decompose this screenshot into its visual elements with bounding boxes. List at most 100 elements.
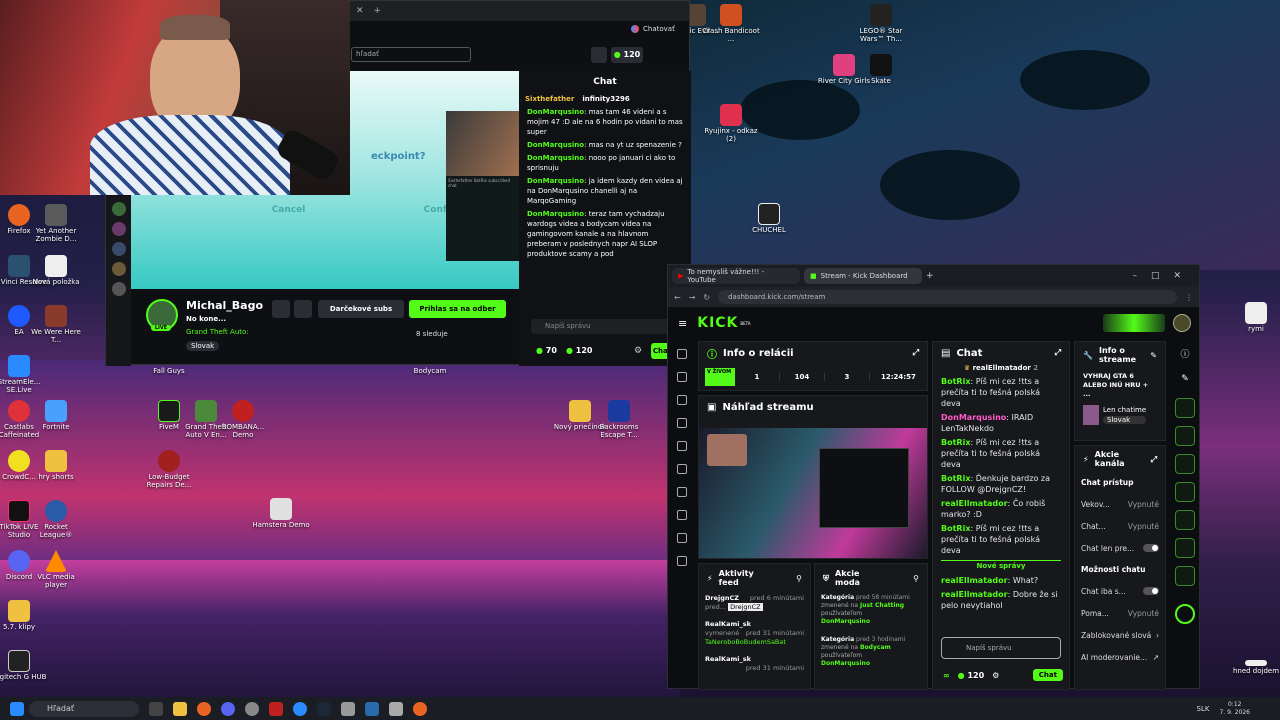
desktop-icon[interactable]: hry shorts xyxy=(27,450,85,482)
channel-avatar[interactable] xyxy=(111,222,126,236)
community-icon[interactable] xyxy=(677,441,687,451)
back-icon[interactable]: ← xyxy=(674,293,681,302)
start-icon[interactable] xyxy=(10,701,24,716)
search-input[interactable]: hľadať xyxy=(351,47,471,62)
points-display[interactable]: ● 70 xyxy=(536,346,557,355)
app-icon[interactable] xyxy=(341,701,355,716)
firefox-icon[interactable] xyxy=(413,701,427,716)
edge-icon[interactable] xyxy=(293,701,307,716)
expand-icon[interactable]: ⤢ xyxy=(913,348,919,358)
desktop-icon[interactable]: We Were Here T... xyxy=(27,305,85,344)
kick-logo[interactable]: KICK xyxy=(697,315,738,331)
app-icon[interactable] xyxy=(365,701,379,716)
filter-icon[interactable]: ⚲ xyxy=(913,574,919,583)
wallet-icon[interactable] xyxy=(677,464,687,474)
gift-subs-button[interactable]: Darčekové subs xyxy=(318,300,404,318)
desktop-icon[interactable]: hned dojdem xyxy=(1227,660,1280,676)
tab-kick-dashboard[interactable]: ■ Stream - Kick Dashboard xyxy=(804,268,922,284)
steam-icon[interactable] xyxy=(317,701,331,716)
desktop-icon[interactable]: Skate xyxy=(852,54,910,86)
app-icon[interactable] xyxy=(245,701,259,716)
home-icon[interactable] xyxy=(677,349,687,359)
edit-icon[interactable]: ✎ xyxy=(1150,351,1157,360)
channel-avatar[interactable] xyxy=(111,202,126,216)
close-icon[interactable]: ✕ xyxy=(356,6,364,16)
layout-button[interactable] xyxy=(591,47,607,63)
quick-action-button[interactable] xyxy=(1175,566,1195,586)
info-icon[interactable]: ⓘ xyxy=(1170,347,1200,360)
toggle-switch[interactable] xyxy=(1143,587,1159,595)
new-tab-icon[interactable]: + xyxy=(374,6,382,16)
clock[interactable]: 0:12 7. 9. 2026 xyxy=(1219,701,1250,717)
gear-icon[interactable]: ⚙ xyxy=(634,346,642,356)
dashboard-chat-input[interactable]: Napíš správu xyxy=(941,637,1061,659)
explorer-icon[interactable] xyxy=(173,701,187,716)
quick-action-button[interactable] xyxy=(1175,398,1195,418)
desktop-icon[interactable]: VLC media player xyxy=(27,550,85,589)
desktop-icon[interactable]: Yet Another Zombie D... xyxy=(27,204,85,243)
task-view-icon[interactable] xyxy=(149,701,163,716)
users-icon[interactable] xyxy=(677,533,687,543)
desktop-icon[interactable]: 5.7. klipy xyxy=(0,600,48,632)
new-tab-icon[interactable]: + xyxy=(926,271,934,281)
url-input[interactable]: dashboard.kick.com/stream xyxy=(718,290,1177,304)
reload-icon[interactable]: ↻ xyxy=(703,293,710,302)
firefox-icon[interactable] xyxy=(197,701,211,716)
setting-row[interactable]: Chat len pre... xyxy=(1075,537,1165,559)
menu-icon[interactable]: ≡ xyxy=(678,317,687,330)
desktop-icon[interactable]: BOMBANA... Demo xyxy=(214,400,272,439)
desktop-icon[interactable]: Low-Budget Repairs De... xyxy=(140,450,198,489)
expand-icon[interactable]: ⤢ xyxy=(1055,348,1061,358)
tab-chat[interactable]: Chatovať xyxy=(631,25,675,33)
analytics-icon[interactable] xyxy=(677,487,687,497)
heart-button[interactable] xyxy=(294,300,312,318)
stream-game[interactable]: Grand Theft Auto: xyxy=(186,328,249,336)
cancel-button[interactable]: Cancel xyxy=(211,199,366,221)
setting-row[interactable]: Chat iba s... xyxy=(1075,580,1165,602)
quick-action-button[interactable] xyxy=(1175,510,1195,530)
desktop-icon[interactable]: Nová položka xyxy=(27,255,85,287)
desktop-icon[interactable]: Fortnite xyxy=(27,400,85,432)
app-icon[interactable] xyxy=(269,701,283,716)
shop-icon[interactable] xyxy=(677,556,687,566)
stream-tag[interactable]: Slovak xyxy=(186,341,220,351)
tab-youtube[interactable]: ▶ To nemyslíš vážne!!! - YouTube xyxy=(672,268,800,284)
support-icon[interactable] xyxy=(1175,604,1195,624)
filter-icon[interactable]: ⚲ xyxy=(796,574,802,583)
discord-icon[interactable] xyxy=(221,701,235,716)
quick-action-button[interactable] xyxy=(1175,426,1195,446)
tools-icon[interactable] xyxy=(677,510,687,520)
desktop-icon[interactable]: Backrooms Escape T... xyxy=(590,400,648,439)
desktop-icon[interactable]: Rocket League® xyxy=(27,500,85,539)
setting-row[interactable]: Vekov... Vypnuté xyxy=(1075,493,1165,515)
desktop-icon[interactable]: Bodycam xyxy=(401,367,459,376)
edit-icon[interactable]: ✎ xyxy=(1170,374,1200,384)
user-avatar[interactable] xyxy=(1173,314,1191,332)
desktop-icon[interactable]: Crash Bandicoot ... xyxy=(702,4,760,43)
expand-icon[interactable]: ⤢ xyxy=(1151,455,1157,464)
desktop-icon[interactable]: Hamstera Demo xyxy=(252,498,310,530)
calendar-icon[interactable] xyxy=(677,395,687,405)
forward-icon[interactable]: → xyxy=(689,293,696,302)
app-icon[interactable] xyxy=(389,701,403,716)
gear-icon[interactable]: ⚙ xyxy=(992,671,999,680)
desktop-icon[interactable]: Logitech G HUB xyxy=(0,650,48,682)
quick-action-button[interactable] xyxy=(1175,482,1195,502)
subscribe-button[interactable]: Prihlas sa na odber xyxy=(409,300,506,318)
chat-send-button[interactable]: Chat xyxy=(1032,669,1063,681)
toggle-switch[interactable] xyxy=(1143,544,1159,552)
content-icon[interactable] xyxy=(677,418,687,428)
extensions-icon[interactable]: ⋮ xyxy=(1185,293,1193,302)
desktop-icon[interactable]: Fall Guys xyxy=(140,367,198,376)
streamer-name[interactable]: Michal_Bago xyxy=(186,299,263,312)
language-indicator[interactable]: SLK xyxy=(1197,705,1210,713)
channel-avatar[interactable] xyxy=(111,242,126,256)
desktop-icon[interactable]: StreamEle... SE.Live xyxy=(0,355,48,394)
setting-row[interactable]: Chat... Vypnuté xyxy=(1075,515,1165,537)
desktop-icon[interactable]: Ryujinx - odkaz (2) xyxy=(702,104,760,143)
chat-input[interactable]: Napíš správu xyxy=(531,319,671,334)
taskbar-search[interactable]: Hľadať xyxy=(29,700,139,717)
stream-icon[interactable] xyxy=(677,372,687,382)
bell-button[interactable] xyxy=(272,300,290,318)
setting-row[interactable]: Poma... Vypnuté xyxy=(1075,602,1165,624)
